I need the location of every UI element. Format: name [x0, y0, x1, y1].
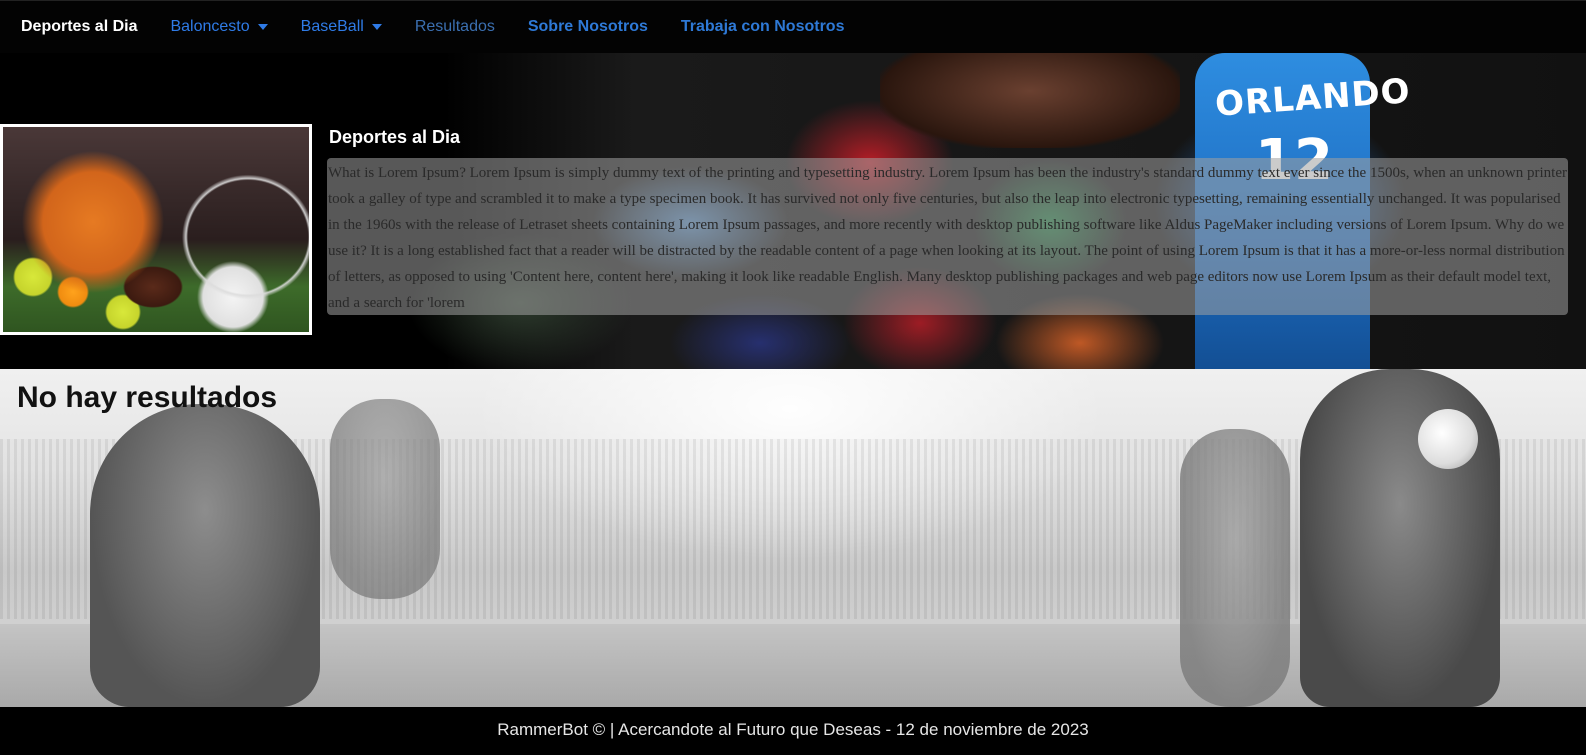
- results-section: No hay resultados: [0, 369, 1586, 707]
- nav-baseball-dropdown[interactable]: BaseBall: [301, 18, 382, 36]
- no-results-message: No hay resultados: [17, 381, 278, 414]
- caret-down-icon: [371, 24, 382, 30]
- hero-description: What is Lorem Ipsum? Lorem Ipsum is simp…: [327, 158, 1568, 315]
- hero-title: Deportes al Dia: [329, 127, 461, 147]
- nav-sobre-nosotros-link[interactable]: Sobre Nosotros: [528, 18, 648, 36]
- brand-link[interactable]: Deportes al Dia: [21, 18, 137, 36]
- basketball-player-image: [330, 399, 440, 599]
- caret-down-icon: [257, 24, 268, 30]
- tennis-player-image: [1180, 429, 1290, 707]
- nav-resultados-link[interactable]: Resultados: [415, 18, 495, 36]
- top-navbar: Deportes al Dia Baloncesto BaseBall Resu…: [0, 0, 1586, 53]
- nav-baloncesto-dropdown[interactable]: Baloncesto: [170, 18, 268, 36]
- soccer-ball-image: [1418, 409, 1478, 469]
- nav-baseball-label: BaseBall: [300, 18, 364, 35]
- nav-trabaja-link[interactable]: Trabaja con Nosotros: [681, 18, 845, 36]
- page-footer: RammerBot © | Acercandote al Futuro que …: [0, 707, 1586, 755]
- hero-background-arm: [880, 53, 1180, 148]
- football-player-image: [90, 404, 320, 707]
- footer-text: RammerBot © | Acercandote al Futuro que …: [497, 720, 1089, 739]
- sports-equipment-image: [0, 124, 312, 335]
- nav-baloncesto-label: Baloncesto: [170, 18, 250, 35]
